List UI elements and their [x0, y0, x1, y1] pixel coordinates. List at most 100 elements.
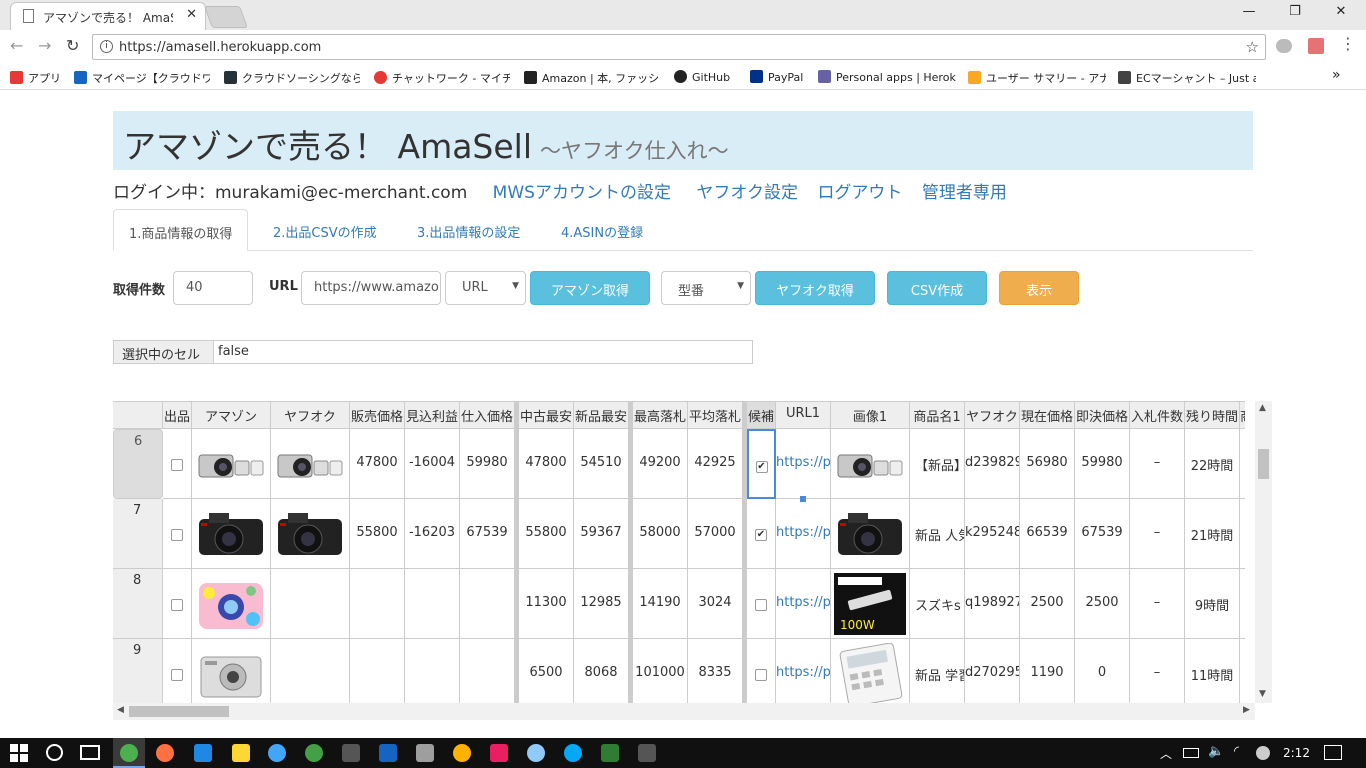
show-button[interactable]: 表示: [999, 271, 1079, 305]
column-header[interactable]: URL1: [776, 401, 831, 429]
action-center-icon[interactable]: [1324, 745, 1342, 760]
sell-checkbox[interactable]: [171, 599, 183, 611]
yid-cell[interactable]: d270295: [965, 639, 1020, 703]
row-header[interactable]: 9: [113, 639, 163, 703]
nav-admin[interactable]: 管理者専用: [922, 183, 1007, 203]
cur-cell[interactable]: 2500: [1020, 569, 1075, 639]
bookmark-star-icon[interactable]: ☆: [1246, 38, 1259, 56]
sell-checkbox[interactable]: [171, 459, 183, 471]
info-icon[interactable]: i: [100, 40, 113, 53]
csv-create-button[interactable]: CSV作成: [887, 271, 987, 305]
forward-icon[interactable]: →: [38, 36, 51, 55]
tab-asin-register[interactable]: 4.ASINの登録: [546, 209, 658, 251]
buy-cell[interactable]: 2500: [1075, 569, 1130, 639]
profit-cell[interactable]: [405, 639, 460, 703]
used-cell[interactable]: 6500: [519, 639, 574, 703]
selection-fill-handle[interactable]: [800, 496, 806, 502]
cost-cell[interactable]: [460, 569, 515, 639]
bookmark-item[interactable]: ユーザー サマリー - アナリ: [968, 70, 1106, 86]
bookmark-item[interactable]: チャットワーク - マイチャッ: [374, 70, 510, 86]
bookmark-item[interactable]: アプリ: [10, 70, 72, 86]
sell-checkbox-cell[interactable]: [163, 639, 192, 703]
clock[interactable]: 2:12: [1283, 746, 1310, 760]
max-cell[interactable]: 101000: [633, 639, 688, 703]
firefox-icon[interactable]: [156, 744, 174, 762]
amazon-fetch-button[interactable]: アマゾン取得: [530, 271, 650, 305]
buy-cell[interactable]: 59980: [1075, 429, 1130, 499]
tab-fetch-product[interactable]: 1.商品情報の取得: [113, 209, 249, 251]
used-cell[interactable]: 55800: [519, 499, 574, 569]
column-header[interactable]: 候補: [747, 401, 776, 429]
price-cell[interactable]: [350, 639, 405, 703]
column-header[interactable]: 残り時間: [1185, 401, 1240, 429]
column-header[interactable]: 画像1: [831, 401, 910, 429]
cost-cell[interactable]: 67539: [460, 499, 515, 569]
app-icon[interactable]: [305, 744, 323, 762]
amazon-image-cell[interactable]: [192, 639, 271, 703]
bids-cell[interactable]: –: [1130, 499, 1185, 569]
name-cell[interactable]: 新品 人気: [910, 499, 965, 569]
app2-icon[interactable]: [490, 744, 508, 762]
cost-cell[interactable]: [460, 639, 515, 703]
column-header[interactable]: アマゾン: [192, 401, 271, 429]
price-cell[interactable]: 55800: [350, 499, 405, 569]
tab-close-icon[interactable]: ✕: [186, 7, 197, 22]
bookmark-item[interactable]: Amazon | 本, ファッショ: [524, 70, 660, 86]
url-select[interactable]: URL ▼: [445, 271, 526, 305]
overflow-cell[interactable]: [1240, 499, 1245, 569]
avg-cell[interactable]: 57000: [688, 499, 743, 569]
yahoo-image-cell[interactable]: [271, 569, 350, 639]
tab-create-csv[interactable]: 2.出品CSVの作成: [258, 209, 392, 251]
powershell-icon[interactable]: [379, 744, 397, 762]
candidate-checkbox[interactable]: [755, 669, 767, 681]
reload-icon[interactable]: ↻: [66, 36, 79, 55]
img-image-cell[interactable]: [831, 429, 910, 499]
overflow-cell[interactable]: [1240, 639, 1245, 703]
overflow-cell[interactable]: [1240, 569, 1245, 639]
column-header[interactable]: 商品名1: [910, 401, 965, 429]
avg-cell[interactable]: 3024: [688, 569, 743, 639]
overflow-cell[interactable]: [1240, 429, 1245, 499]
price-cell[interactable]: 47800: [350, 429, 405, 499]
new-cell[interactable]: 12985: [574, 569, 629, 639]
ie-icon[interactable]: [268, 744, 286, 762]
yahoo-image-cell[interactable]: [271, 429, 350, 499]
candidate-checkbox[interactable]: [755, 599, 767, 611]
column-header[interactable]: 見込利益: [405, 401, 460, 429]
amazon-image-cell[interactable]: [192, 429, 271, 499]
buy-cell[interactable]: 67539: [1075, 499, 1130, 569]
horizontal-scroll-thumb[interactable]: [129, 706, 229, 717]
url-cell[interactable]: https://p: [776, 429, 831, 499]
yahoo-image-cell[interactable]: [271, 499, 350, 569]
scroll-left-icon[interactable]: ◀: [117, 705, 124, 715]
profit-cell[interactable]: [405, 569, 460, 639]
bids-cell[interactable]: –: [1130, 429, 1185, 499]
chrome-taskbar-item[interactable]: [113, 738, 145, 768]
explorer-icon[interactable]: [232, 744, 250, 762]
cmd-icon[interactable]: [342, 744, 360, 762]
avg-cell[interactable]: 42925: [688, 429, 743, 499]
sell-checkbox[interactable]: [171, 669, 183, 681]
yid-cell[interactable]: d239829: [965, 429, 1020, 499]
column-header[interactable]: 新品最安: [574, 401, 629, 429]
row-header[interactable]: 8: [113, 569, 163, 639]
vertical-scroll-thumb[interactable]: [1258, 449, 1269, 479]
url-cell[interactable]: https://p: [776, 499, 831, 569]
img-image-cell[interactable]: [831, 639, 910, 703]
close-window-button[interactable]: ✕: [1318, 4, 1364, 26]
scroll-up-icon[interactable]: ▲: [1259, 403, 1266, 413]
name-cell[interactable]: 新品 学習: [910, 639, 965, 703]
bookmark-item[interactable]: クラウドソーシングなら日: [224, 70, 360, 86]
column-header[interactable]: 入札件数: [1130, 401, 1185, 429]
name-cell[interactable]: スズキs: [910, 569, 965, 639]
url-cell[interactable]: https://p: [776, 639, 831, 703]
bookmark-item[interactable]: PayPal: [750, 70, 810, 84]
name-cell[interactable]: 【新品】: [910, 429, 965, 499]
column-header[interactable]: 販売価格: [350, 401, 405, 429]
horizontal-scrollbar[interactable]: ◀ ▶: [113, 703, 1255, 720]
new-cell[interactable]: 59367: [574, 499, 629, 569]
search-icon[interactable]: [46, 744, 63, 761]
yid-cell[interactable]: k295248: [965, 499, 1020, 569]
count-input[interactable]: 40: [173, 271, 253, 305]
column-header[interactable]: 出品: [163, 401, 192, 429]
